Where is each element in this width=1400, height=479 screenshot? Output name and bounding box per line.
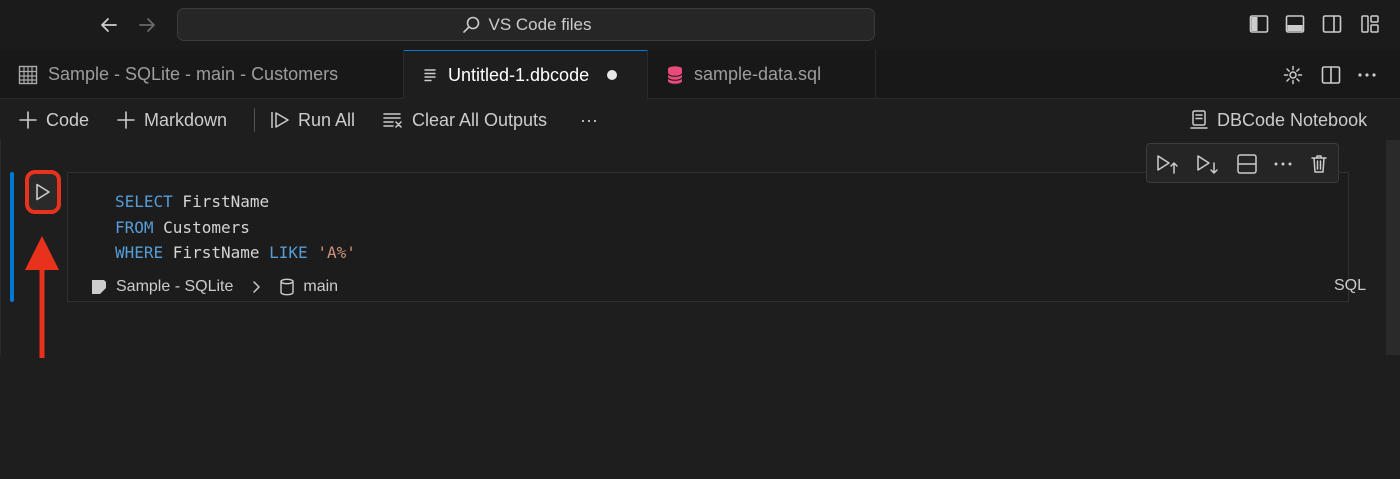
connection-name[interactable]: Sample - SQLite — [116, 278, 233, 296]
run-above-icon[interactable] — [1155, 152, 1179, 176]
connection-note-icon — [92, 280, 106, 294]
command-center-search[interactable]: VS Code files — [177, 8, 875, 41]
toggle-primary-sidebar-icon[interactable] — [1248, 13, 1270, 35]
customize-layout-icon[interactable] — [1359, 13, 1381, 35]
tab-label: Sample - SQLite - main - Customers — [48, 64, 339, 84]
editor-tabs-bar: Sample - SQLite - main - Customers Untit… — [0, 50, 1400, 99]
annotation-arrow-icon — [25, 236, 59, 358]
search-icon — [462, 16, 479, 33]
run-all-icon — [271, 112, 289, 128]
toggle-secondary-sidebar-icon[interactable] — [1321, 13, 1343, 35]
add-code-cell-button[interactable]: Code — [18, 100, 89, 140]
document-lines-icon — [424, 69, 436, 82]
execute-cell-button[interactable] — [25, 170, 61, 214]
clear-outputs-icon — [383, 113, 402, 128]
tab-label: Untitled-1.dbcode — [448, 64, 590, 85]
run-all-button[interactable]: Run All — [270, 100, 355, 140]
database-schema-icon — [280, 278, 295, 296]
split-cell-icon[interactable] — [1235, 152, 1259, 176]
kernel-picker-button[interactable]: DBCode Notebook — [1189, 100, 1367, 140]
left-gutter-line — [0, 140, 1, 355]
play-icon — [36, 183, 50, 201]
title-bar: VS Code files — [0, 0, 1400, 50]
toolbar-more-button[interactable]: ··· — [580, 100, 598, 140]
code-line: WHERE FirstName LIKE 'A%' — [115, 243, 356, 262]
plus-icon — [117, 111, 135, 129]
cell-language-indicator[interactable]: SQL — [1334, 277, 1366, 295]
tab-sample-data-sql[interactable]: sample-data.sql — [648, 50, 876, 99]
database-icon — [667, 65, 683, 84]
vertical-scrollbar[interactable] — [1386, 140, 1400, 355]
add-code-label: Code — [46, 109, 90, 130]
code-content[interactable]: SELECT FirstName FROM Customers WHERE Fi… — [115, 189, 356, 266]
cell-status-bar: Sample - SQLite main — [90, 275, 338, 299]
gear-icon[interactable] — [1282, 64, 1304, 86]
search-text: VS Code files — [488, 14, 592, 34]
more-label: ··· — [580, 109, 598, 130]
code-line: FROM Customers — [115, 217, 250, 237]
cell-more-icon[interactable] — [1271, 152, 1295, 176]
clear-all-outputs-button[interactable]: Clear All Outputs — [382, 100, 547, 140]
arrow-right-icon[interactable] — [133, 11, 161, 39]
more-actions-icon[interactable] — [1356, 64, 1378, 86]
chevron-right-icon — [253, 281, 261, 293]
cell-toolbar — [1146, 143, 1339, 183]
add-markdown-cell-button[interactable]: Markdown — [116, 100, 227, 140]
tab-label: sample-data.sql — [694, 64, 822, 84]
split-editor-icon[interactable] — [1320, 64, 1342, 86]
cell-focus-indicator — [10, 172, 14, 302]
clear-outputs-label: Clear All Outputs — [412, 109, 548, 130]
toggle-panel-icon[interactable] — [1284, 13, 1306, 35]
notebook-toolbar: Code Markdown Run All Clear All Outputs … — [0, 100, 1400, 140]
plus-icon — [19, 111, 37, 129]
code-line: SELECT FirstName — [115, 192, 270, 211]
toolbar-divider — [254, 108, 255, 132]
tab-customers-table[interactable]: Sample - SQLite - main - Customers — [0, 50, 404, 99]
tab-untitled-dbcode[interactable]: Untitled-1.dbcode — [404, 50, 648, 99]
run-all-label: Run All — [298, 109, 356, 130]
kernel-server-icon — [1190, 110, 1208, 129]
schema-name[interactable]: main — [303, 278, 338, 296]
unsaved-dot-icon[interactable] — [607, 70, 618, 80]
kernel-label: DBCode Notebook — [1217, 109, 1368, 130]
table-grid-icon — [18, 65, 38, 84]
add-markdown-label: Markdown — [144, 109, 228, 130]
trash-icon[interactable] — [1307, 152, 1331, 176]
arrow-left-icon[interactable] — [95, 11, 123, 39]
run-below-icon[interactable] — [1195, 152, 1219, 176]
